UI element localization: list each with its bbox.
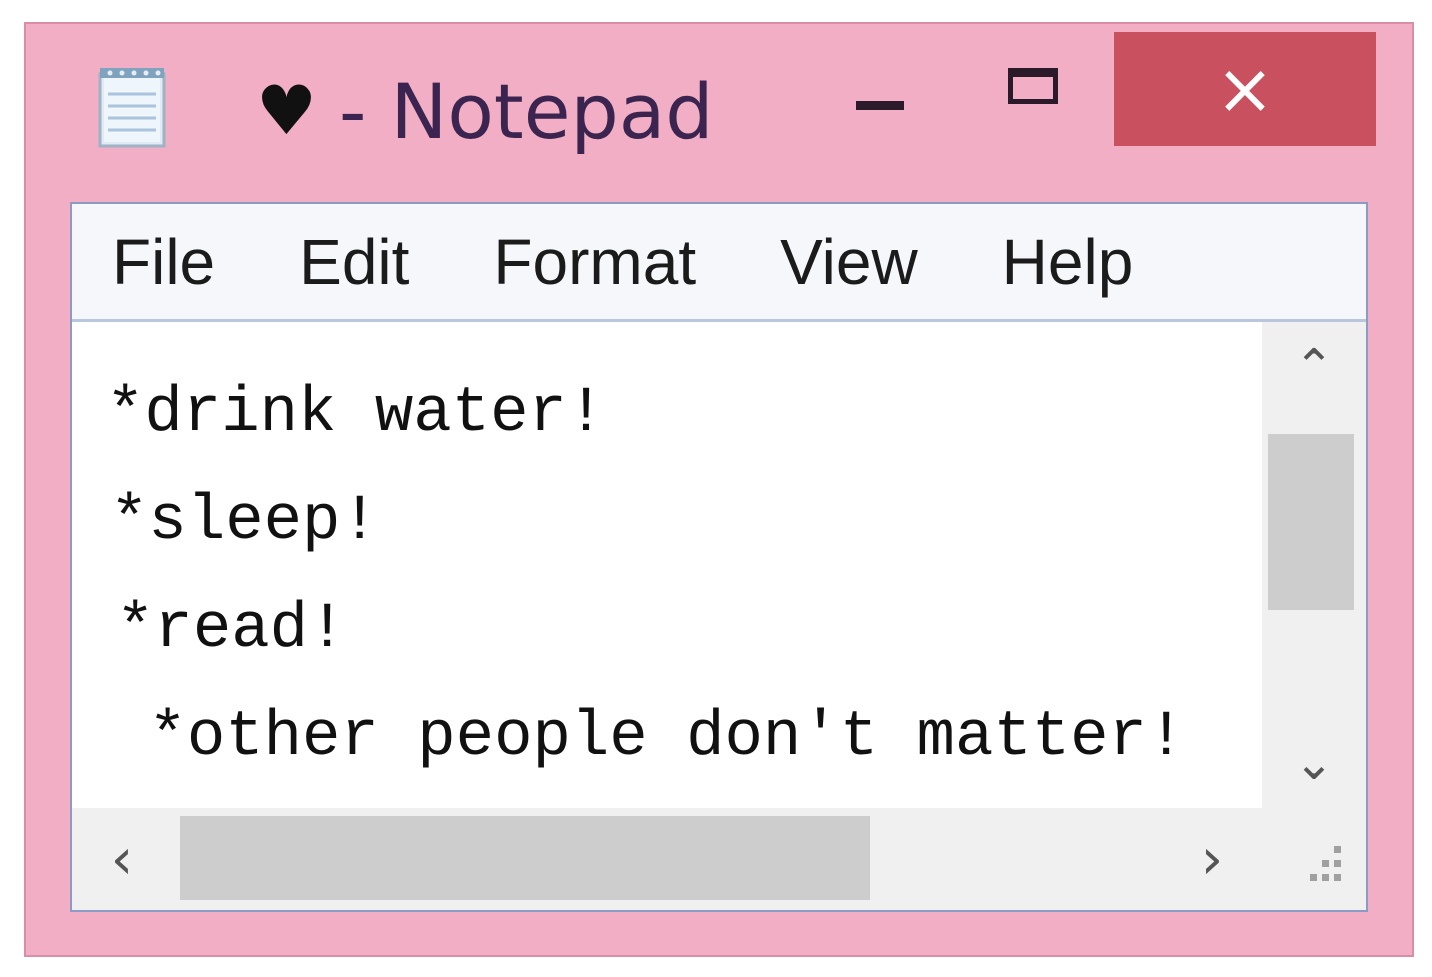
notepad-window: ♥ - Notepad × File Edit Format View Help…	[24, 22, 1414, 957]
notepad-icon[interactable]	[92, 64, 172, 150]
maximize-button[interactable]	[976, 54, 1096, 134]
text-line: *read!	[116, 594, 347, 666]
horizontal-scroll-thumb[interactable]	[180, 816, 870, 900]
close-button[interactable]: ×	[1114, 32, 1376, 146]
menu-format[interactable]: Format	[493, 225, 696, 299]
text-line: *sleep!	[110, 486, 379, 558]
text-line: *drink water!	[106, 378, 606, 450]
scroll-right-icon[interactable]: ›	[1162, 808, 1262, 910]
vertical-scroll-thumb[interactable]	[1268, 434, 1354, 610]
resize-grip-icon[interactable]	[1262, 808, 1366, 910]
menu-bar: File Edit Format View Help	[72, 204, 1366, 322]
scroll-up-icon[interactable]: ⌃	[1262, 322, 1366, 412]
text-editor[interactable]: *drink water! *sleep! *read! *other peop…	[72, 322, 1262, 808]
close-icon: ×	[1215, 48, 1275, 130]
title-text: - Notepad	[338, 66, 714, 156]
menu-edit[interactable]: Edit	[299, 225, 409, 299]
horizontal-scrollbar[interactable]: ‹ ›	[72, 808, 1262, 910]
menu-file[interactable]: File	[112, 225, 215, 299]
text-line: *other people don't matter!	[110, 702, 1186, 774]
menu-view[interactable]: View	[780, 225, 918, 299]
client-area: File Edit Format View Help *drink water!…	[70, 202, 1368, 912]
minimize-button[interactable]	[826, 64, 936, 144]
vertical-scrollbar[interactable]: ⌃ ⌄	[1262, 322, 1366, 808]
menu-help[interactable]: Help	[1002, 225, 1134, 299]
heart-icon: ♥	[256, 71, 317, 151]
scroll-down-icon[interactable]: ⌄	[1262, 718, 1366, 808]
window-title: ♥ - Notepad	[256, 66, 714, 156]
scroll-left-icon[interactable]: ‹	[72, 808, 172, 910]
